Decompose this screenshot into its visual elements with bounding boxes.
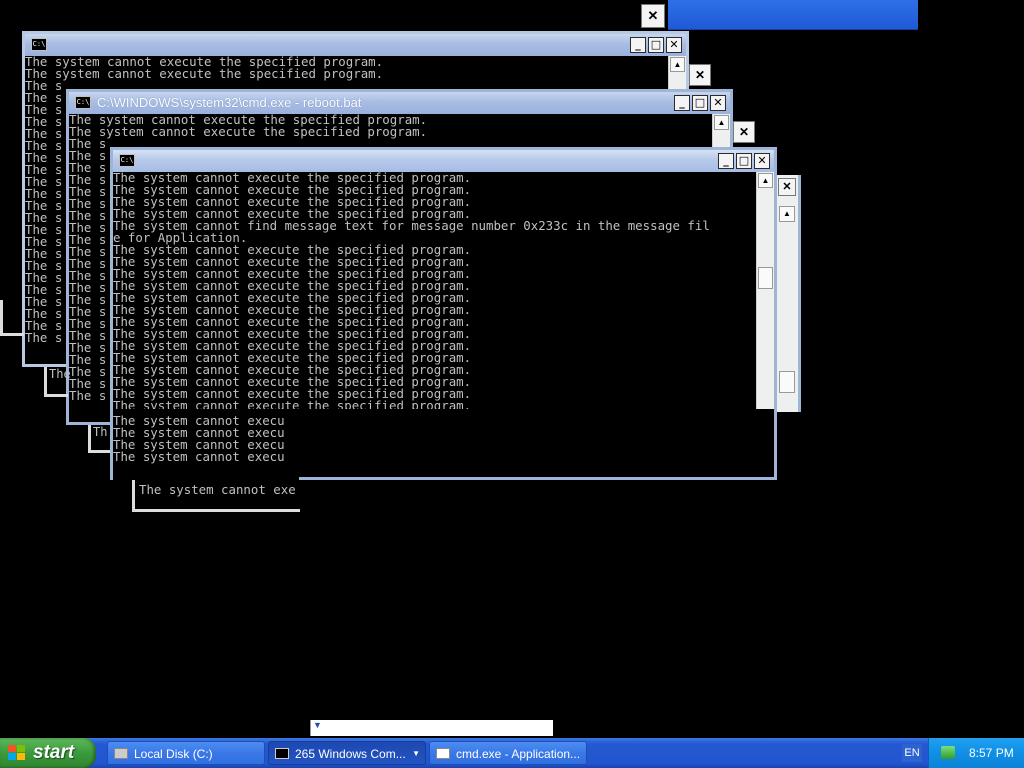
hidden-window-strip[interactable]: ▼ [310, 720, 553, 736]
cmd-window-rear-right[interactable]: ✕ ▲ [777, 175, 801, 412]
clock[interactable]: 8:57 PM [969, 738, 1014, 768]
network-icon[interactable] [941, 746, 955, 759]
minimize-button[interactable]: _ [674, 95, 690, 111]
taskbar-item-label: cmd.exe - Application... [456, 747, 581, 761]
close-button[interactable]: ✕ [710, 95, 726, 111]
cmd-icon: C:\ [119, 154, 135, 167]
close-button[interactable]: ✕ [754, 153, 770, 169]
drive-icon [114, 748, 128, 759]
minimize-button[interactable]: _ [630, 37, 646, 53]
title-bar[interactable]: C:\ _ □ ✕ [113, 150, 774, 172]
scroll-thumb[interactable] [758, 267, 773, 289]
scroll-up-button[interactable]: ▲ [670, 57, 685, 72]
language-indicator[interactable]: EN [902, 744, 922, 762]
taskbar-item-windows-command[interactable]: 265 Windows Com... ▼ [268, 741, 426, 765]
window-1b-close-button[interactable]: ✕ [689, 64, 711, 86]
ghost-text: Th [93, 425, 108, 439]
background-window-top[interactable] [668, 0, 918, 30]
vertical-scrollbar[interactable]: ▲ [756, 172, 774, 409]
console-output: The system cannot execute the specified … [113, 172, 754, 409]
scroll-up-button[interactable]: ▲ [779, 206, 795, 222]
taskbar-item-label: 265 Windows Com... [295, 747, 406, 761]
start-button[interactable]: start [0, 738, 96, 768]
taskbar: start Local Disk (C:) 265 Windows Com...… [0, 738, 1024, 768]
scroll-thumb[interactable] [779, 371, 795, 393]
background-window-close-button[interactable]: ✕ [641, 4, 665, 28]
console-line: The system cannot execute the specified … [69, 124, 428, 139]
system-tray: 8:57 PM [928, 738, 1024, 768]
window-2b-close-button[interactable]: ✕ [733, 121, 755, 143]
scroll-up-button[interactable]: ▲ [714, 115, 729, 130]
maximize-button[interactable]: □ [648, 37, 664, 53]
maximize-button[interactable]: □ [692, 95, 708, 111]
ghost-window-frame-4: The system cannot exe [132, 480, 300, 512]
taskbar-item-label: Local Disk (C:) [134, 747, 213, 761]
chevron-down-icon: ▼ [313, 720, 322, 730]
cmd-icon: C:\ [31, 38, 47, 51]
scroll-up-button[interactable]: ▲ [758, 173, 773, 188]
ghost-window-frame-2: The [44, 367, 71, 397]
ghost-text: The [49, 367, 71, 381]
close-button[interactable]: ✕ [778, 178, 796, 196]
maximize-button[interactable]: □ [736, 153, 752, 169]
cmd-icon [275, 748, 289, 759]
ghost-window-frame-1 [0, 300, 24, 336]
cmd-window-front[interactable]: C:\ _ □ ✕ The system cannot execute the … [110, 147, 777, 483]
close-button[interactable]: ✕ [666, 37, 682, 53]
console-line: The system cannot execute the specified … [113, 398, 472, 409]
start-label: start [33, 742, 75, 763]
window-icon [436, 748, 450, 759]
console-output-lower: The system cannot execu The system canno… [113, 414, 299, 483]
minimize-button[interactable]: _ [718, 153, 734, 169]
taskbar-item-local-disk[interactable]: Local Disk (C:) [107, 741, 265, 765]
title-bar[interactable]: C:\ _ □ ✕ [25, 34, 686, 56]
cmd-icon: C:\ [75, 96, 91, 109]
taskbar-item-cmd-application[interactable]: cmd.exe - Application... [429, 741, 587, 765]
window-title: C:\WINDOWS\system32\cmd.exe - reboot.bat [97, 95, 362, 110]
title-bar[interactable]: C:\ C:\WINDOWS\system32\cmd.exe - reboot… [69, 92, 730, 114]
console-line: The system cannot execute the specified … [25, 66, 384, 81]
ghost-window-frame-3: Th [88, 425, 112, 453]
ghost-text: The system cannot exe [139, 482, 296, 497]
chevron-down-icon: ▼ [412, 749, 420, 758]
console-line: The system cannot execu [113, 449, 285, 464]
windows-logo-icon [8, 745, 26, 761]
